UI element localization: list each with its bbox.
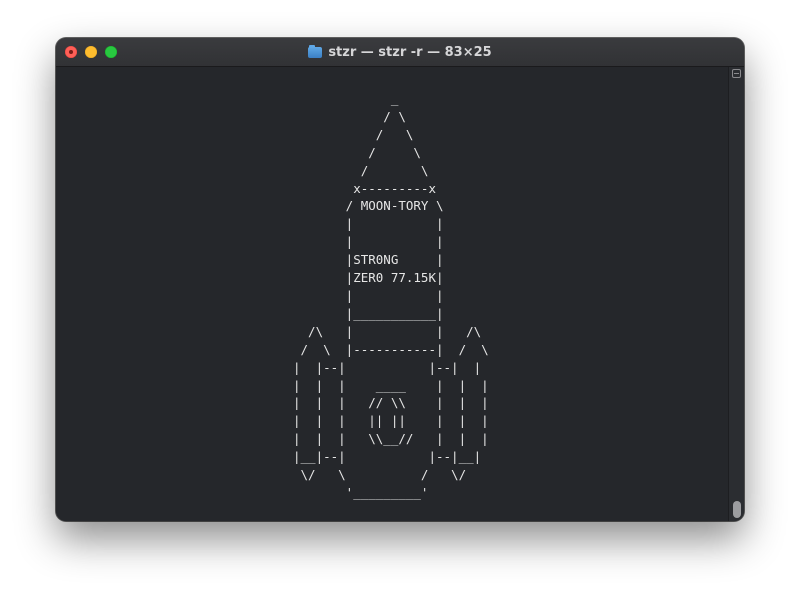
title-bar[interactable]: stzr — stzr -r — 83×25: [56, 38, 744, 67]
terminal-window: stzr — stzr -r — 83×25 _ / \ / \ / \ / \…: [56, 38, 744, 521]
window-title-group: stzr — stzr -r — 83×25: [56, 38, 744, 66]
scrollbar-thumb[interactable]: [733, 501, 741, 518]
folder-icon: [308, 44, 323, 58]
window-title: stzr — stzr -r — 83×25: [328, 44, 492, 60]
scrollbar[interactable]: [728, 67, 744, 521]
ascii-art-rocket: _ / \ / \ / \ / \ x---------x / MOON-TOR…: [293, 91, 489, 500]
split-pane-icon[interactable]: [732, 69, 741, 78]
terminal-content[interactable]: _ / \ / \ / \ / \ x---------x / MOON-TOR…: [56, 67, 744, 521]
